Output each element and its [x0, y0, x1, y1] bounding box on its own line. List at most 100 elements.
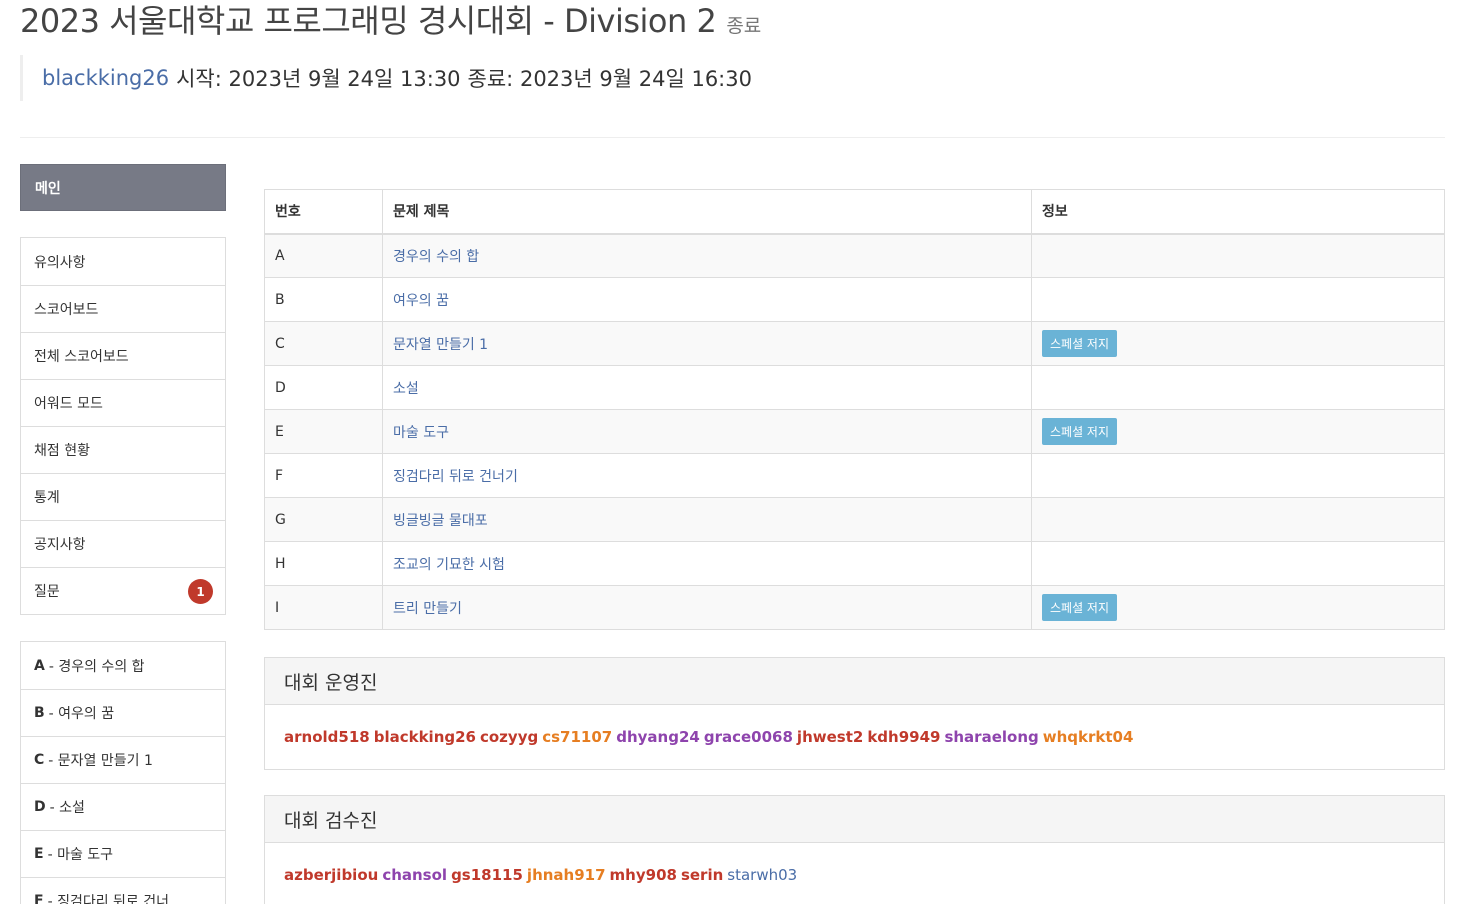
table-row: B 여우의 꿈 — [264, 277, 1445, 322]
problem-title-cell: 빙글빙글 물대포 — [382, 497, 1032, 542]
user-handle[interactable]: grace0068 — [704, 728, 793, 746]
divider — [20, 137, 1445, 138]
problem-id: D — [264, 365, 383, 410]
user-handle[interactable]: gs18115 — [451, 866, 523, 884]
problem-title: - 여우의 꿈 — [48, 706, 115, 722]
problem-info-cell — [1031, 277, 1445, 322]
table-row: D 소설 — [264, 365, 1445, 410]
problem-id: F — [264, 453, 383, 498]
problem-title-link[interactable]: 마술 도구 — [393, 425, 449, 441]
problem-id: I — [264, 585, 383, 630]
sidebar-item-notes[interactable]: 유의사항 — [21, 238, 225, 285]
special-judge-label: 스페셜 저지 — [1042, 418, 1118, 445]
sidebar-item-questions[interactable]: 질문 1 — [21, 567, 225, 614]
problem-title-cell: 마술 도구 — [382, 409, 1032, 454]
sidebar: 메인 유의사항 스코어보드 전체 스코어보드 어워드 모드 채점 현황 통계 공… — [20, 164, 226, 904]
problem-id: E — [264, 409, 383, 454]
problem-letter: A — [34, 657, 45, 674]
sidebar-item-notices[interactable]: 공지사항 — [21, 520, 225, 567]
problem-id: A — [264, 233, 383, 278]
start-time: 2023년 9월 24일 13:30 — [228, 67, 461, 91]
sidebar-item-stats[interactable]: 통계 — [21, 473, 225, 520]
user-handle[interactable]: starwh03 — [727, 866, 797, 884]
problem-title-link[interactable]: 문자열 만들기 1 — [393, 337, 488, 353]
problem-title-cell: 조교의 기묘한 시험 — [382, 541, 1032, 586]
sidebar-problem-e[interactable]: E- 마술 도구 — [21, 830, 225, 877]
user-handle[interactable]: azberjibiou — [284, 866, 378, 884]
problem-id: H — [264, 541, 383, 586]
table-row: F 징검다리 뒤로 건너기 — [264, 453, 1445, 498]
table-header-row: 번호 문제 제목 정보 — [264, 189, 1445, 235]
user-handle[interactable]: kdh9949 — [867, 728, 940, 746]
problem-title: - 경우의 수의 합 — [48, 658, 145, 675]
problem-title-link[interactable]: 징검다리 뒤로 건너기 — [393, 469, 518, 485]
problem-id: G — [264, 497, 383, 542]
problem-title-cell: 트리 만들기 — [382, 585, 1032, 630]
sidebar-problem-d[interactable]: D- 소설 — [21, 783, 225, 830]
column-header-title: 문제 제목 — [382, 189, 1032, 235]
problem-title-link[interactable]: 경우의 수의 합 — [393, 249, 479, 265]
user-handle[interactable]: cozyyg — [480, 728, 538, 746]
user-handle[interactable]: jhwest2 — [797, 728, 863, 746]
table-row: A 경우의 수의 합 — [264, 233, 1445, 278]
end-label: 종료: — [467, 67, 514, 91]
contest-info: blackking26 시작: 2023년 9월 24일 13:30 종료: 2… — [20, 55, 752, 101]
problem-title-link[interactable]: 소설 — [393, 381, 419, 397]
sidebar-item-full-scoreboard[interactable]: 전체 스코어보드 — [21, 332, 225, 379]
question-count-badge: 1 — [188, 579, 213, 604]
problem-letter: D — [34, 799, 46, 815]
sidebar-item-scoreboard[interactable]: 스코어보드 — [21, 285, 225, 332]
user-handle[interactable]: whqkrkt04 — [1043, 728, 1134, 746]
sidebar-item-status[interactable]: 채점 현황 — [21, 426, 225, 473]
staff-panel: 대회 운영진 arnold518 blackking26 cozyyg cs71107… — [264, 657, 1445, 770]
problem-title-link[interactable]: 트리 만들기 — [393, 601, 462, 617]
staff-panel-title: 대회 운영진 — [265, 658, 1444, 705]
tester-user-list: azberjibiou chansol gs18115 jhnah917 mhy908 s… — [265, 843, 1444, 904]
column-header-id: 번호 — [264, 189, 383, 235]
table-row: E 마술 도구 스페셜 저지 — [264, 409, 1445, 454]
problem-title: - 소설 — [49, 800, 85, 816]
problem-letter: F — [34, 893, 44, 904]
problem-title-link[interactable]: 여우의 꿈 — [393, 293, 449, 309]
user-handle[interactable]: jhnah917 — [527, 866, 606, 884]
problem-title-link[interactable]: 조교의 기묘한 시험 — [393, 557, 505, 573]
sidebar-problem-b[interactable]: B- 여우의 꿈 — [21, 689, 225, 736]
problem-title-cell: 여우의 꿈 — [382, 277, 1032, 322]
sidebar-item-main[interactable]: 메인 — [20, 164, 226, 211]
user-handle[interactable]: arnold518 — [284, 728, 370, 746]
table-row: G 빙글빙글 물대포 — [264, 497, 1445, 542]
sidebar-problem-c[interactable]: C- 문자열 만들기 1 — [21, 736, 225, 783]
problem-info-cell: 스페셜 저지 — [1031, 321, 1445, 366]
table-row: I 트리 만들기 스페셜 저지 — [264, 585, 1445, 630]
user-handle[interactable]: serin — [681, 866, 723, 884]
contest-status: 종료 — [726, 15, 762, 37]
table-row: C 문자열 만들기 1 스페셜 저지 — [264, 321, 1445, 366]
sidebar-item-label: 질문 — [34, 584, 60, 600]
problem-info-cell: 스페셜 저지 — [1031, 585, 1445, 630]
problem-info-cell — [1031, 541, 1445, 586]
end-time: 2023년 9월 24일 16:30 — [519, 67, 752, 91]
user-handle[interactable]: sharaelong — [944, 728, 1038, 746]
special-judge-label: 스페셜 저지 — [1042, 330, 1118, 357]
sidebar-item-award-mode[interactable]: 어워드 모드 — [21, 379, 225, 426]
page-title-area: 2023 서울대학교 프로그래밍 경시대회 - Division 2 종료 — [20, 0, 761, 44]
problem-letter: B — [34, 705, 45, 721]
problem-title-link[interactable]: 빙글빙글 물대포 — [393, 513, 488, 529]
problem-title: - 마술 도구 — [47, 847, 114, 863]
problem-info-cell — [1031, 233, 1445, 278]
sidebar-problem-list: A- 경우의 수의 합 B- 여우의 꿈 C- 문자열 만들기 1 D- 소설 … — [20, 641, 226, 904]
user-handle[interactable]: dhyang24 — [616, 728, 700, 746]
user-handle[interactable]: cs71107 — [542, 728, 612, 746]
author-link[interactable]: blackking26 — [42, 66, 169, 90]
column-header-info: 정보 — [1031, 189, 1445, 235]
problem-title-cell: 징검다리 뒤로 건너기 — [382, 453, 1032, 498]
user-handle[interactable]: mhy908 — [610, 866, 677, 884]
sidebar-problem-f[interactable]: F- 징검다리 뒤로 건너 — [21, 877, 225, 904]
special-judge-label: 스페셜 저지 — [1042, 594, 1118, 621]
user-handle[interactable]: chansol — [382, 866, 447, 884]
problem-title-cell: 문자열 만들기 1 — [382, 321, 1032, 366]
user-handle[interactable]: blackking26 — [374, 728, 476, 746]
table-row: H 조교의 기묘한 시험 — [264, 541, 1445, 586]
staff-user-list: arnold518 blackking26 cozyyg cs71107 dhyang2… — [265, 705, 1444, 769]
sidebar-problem-a[interactable]: A- 경우의 수의 합 — [21, 642, 225, 689]
